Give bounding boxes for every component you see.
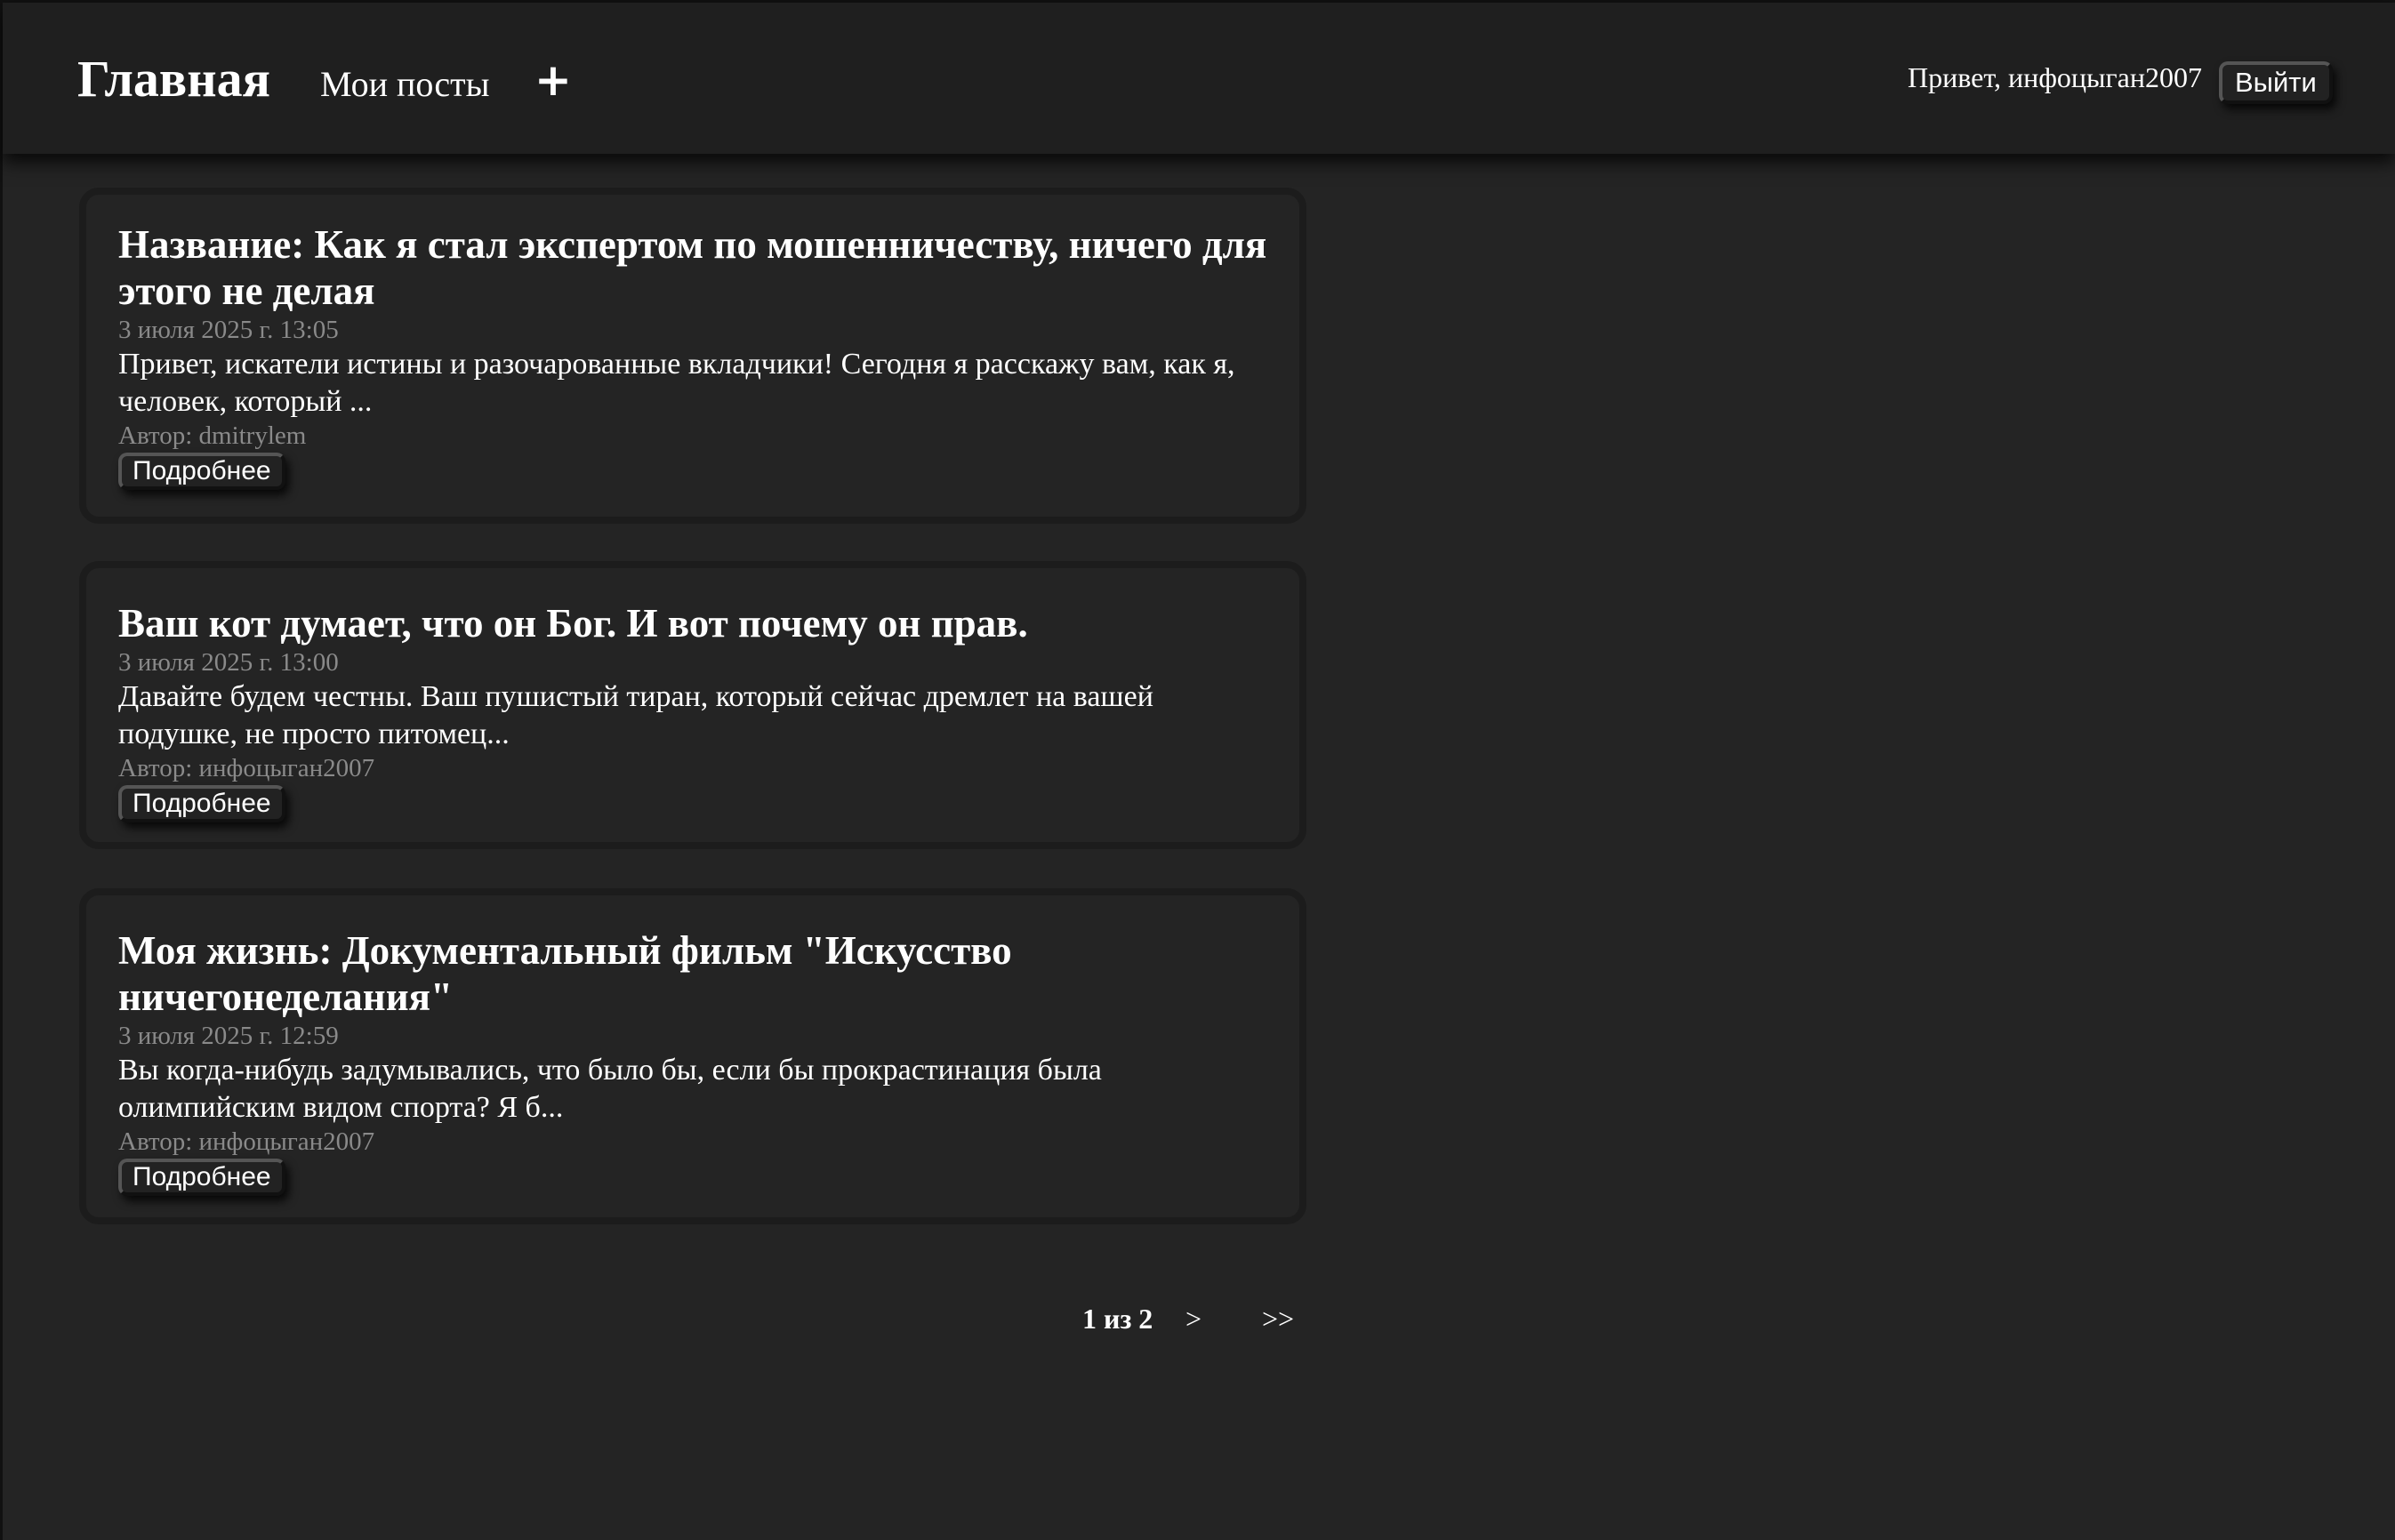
post-title: Название: Как я стал экспертом по мошенн…: [118, 222, 1267, 313]
add-post-icon[interactable]: +: [534, 54, 572, 106]
post-author: Автор: dmitrylem: [118, 421, 307, 450]
post-card: Название: Как я стал экспертом по мошенн…: [79, 188, 1306, 524]
post-title: Моя жизнь: Документальный фильм "Искусст…: [118, 928, 1012, 1019]
next-page-link[interactable]: >: [1185, 1303, 1202, 1335]
post-date: 3 июля 2025 г. 13:05: [118, 316, 339, 344]
read-more-button[interactable]: Подробнее: [118, 1159, 285, 1196]
post-excerpt: Вы когда-нибудь задумывались, что было б…: [118, 1054, 1102, 1124]
greeting-text: Привет, инфоцыган2007: [1908, 61, 2202, 93]
last-page-link[interactable]: >>: [1262, 1303, 1294, 1335]
top-navbar: Главная Мои посты + Привет, инфоцыган200…: [3, 3, 2395, 154]
post-author: Автор: инфоцыган2007: [118, 754, 375, 782]
post-date: 3 июля 2025 г. 12:59: [118, 1022, 339, 1050]
my-posts-link[interactable]: Мои посты: [320, 63, 490, 105]
read-more-button[interactable]: Подробнее: [118, 785, 285, 822]
post-date: 3 июля 2025 г. 13:00: [118, 648, 339, 677]
read-more-button[interactable]: Подробнее: [118, 453, 285, 490]
home-link[interactable]: Главная: [77, 49, 270, 108]
post-author: Автор: инфоцыган2007: [118, 1127, 375, 1156]
post-title: Ваш кот думает, что он Бог. И вот почему…: [118, 601, 1028, 646]
post-excerpt: Давайте будем честны. Ваш пушистый тиран…: [118, 680, 1153, 750]
post-excerpt: Привет, искатели истины и разочарованные…: [118, 348, 1235, 418]
post-card: Ваш кот думает, что он Бог. И вот почему…: [79, 561, 1306, 849]
post-card: Моя жизнь: Документальный фильм "Искусст…: [79, 888, 1306, 1224]
logout-button[interactable]: Выйти: [2219, 61, 2333, 104]
page-indicator: 1 из 2: [1082, 1303, 1153, 1335]
